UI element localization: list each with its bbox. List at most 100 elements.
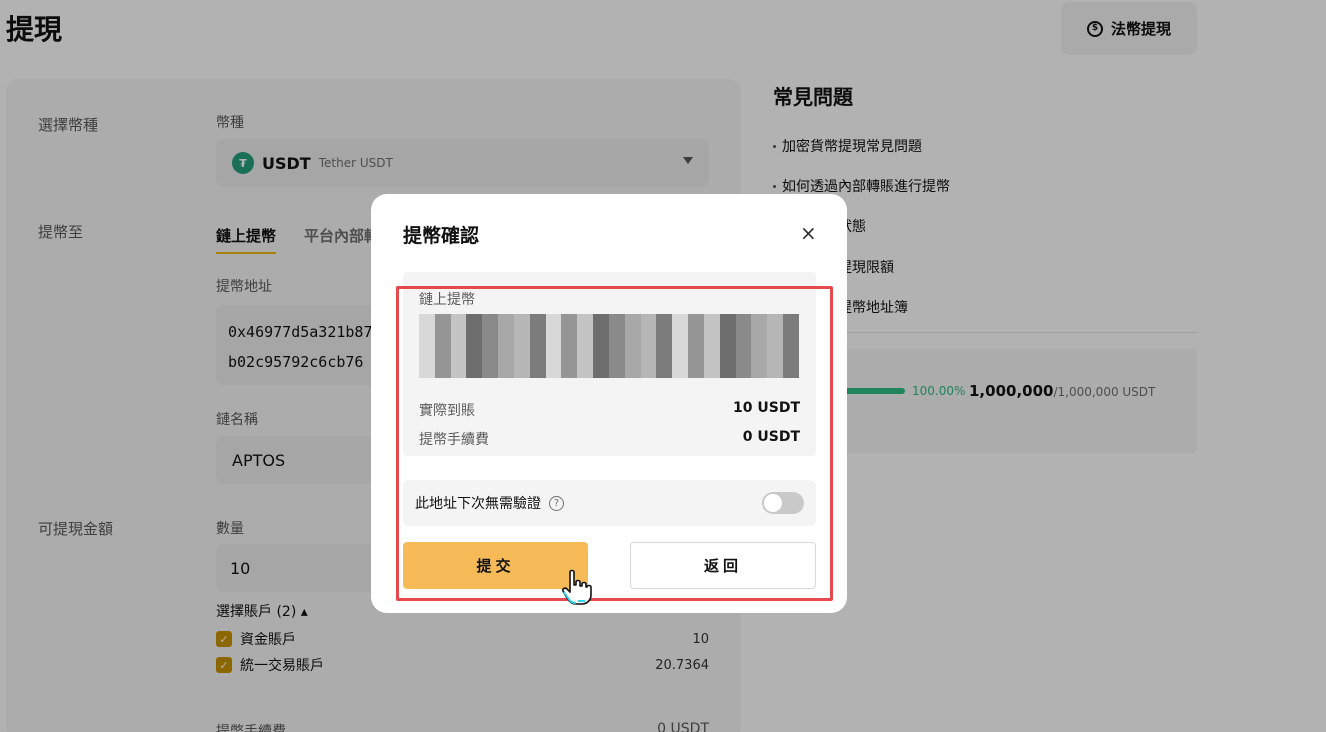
mosaic-cell: [419, 362, 435, 378]
skip-verification-row: 此地址下次無需驗證 ?: [403, 480, 816, 526]
toggle-knob: [764, 494, 782, 512]
mosaic-cell: [482, 346, 499, 362]
mosaic-cell: [767, 362, 784, 378]
mosaic-cell: [513, 346, 530, 362]
mosaic-cell: [561, 346, 578, 362]
mosaic-cell: [624, 330, 641, 346]
mosaic-cell: [529, 330, 546, 346]
mosaic-cell: [593, 330, 609, 346]
mosaic-cell: [783, 346, 799, 362]
mosaic-cell: [466, 346, 483, 362]
mosaic-cell: [735, 330, 752, 346]
mosaic-cell: [545, 330, 562, 346]
mosaic-cell: [498, 314, 514, 330]
mosaic-cell: [419, 314, 435, 330]
received-value: 10 USDT: [733, 400, 800, 416]
hand-pointer-icon: [562, 569, 592, 605]
mosaic-cell: [688, 362, 704, 378]
mosaic-cell: [719, 330, 736, 346]
mosaic-cell: [656, 330, 673, 346]
mosaic-cell: [529, 314, 546, 330]
mosaic-cell: [545, 346, 562, 362]
mosaic-cell: [513, 314, 530, 330]
mosaic-cell: [545, 362, 562, 378]
mosaic-cell: [656, 362, 673, 378]
mosaic-cell: [656, 346, 673, 362]
mosaic-cell: [735, 346, 752, 362]
mosaic-cell: [482, 330, 499, 346]
mosaic-cell: [783, 330, 799, 346]
mosaic-cell: [466, 362, 483, 378]
mosaic-cell: [434, 330, 451, 346]
mosaic-cell: [688, 314, 704, 330]
redacted-address-mosaic: [419, 314, 799, 378]
fee-summary-row: 提幣手續費 0 USDT: [419, 429, 800, 449]
mosaic-cell: [608, 362, 625, 378]
dialog-title: 提幣確認: [403, 225, 480, 247]
close-icon[interactable]: ×: [800, 221, 817, 245]
mosaic-cell: [529, 362, 546, 378]
mosaic-cell: [450, 314, 467, 330]
mosaic-cell: [640, 314, 657, 330]
mosaic-cell: [672, 330, 689, 346]
mosaic-cell: [672, 314, 689, 330]
mosaic-cell: [703, 330, 720, 346]
mosaic-cell: [608, 330, 625, 346]
skip-verification-toggle[interactable]: [762, 492, 804, 514]
mosaic-cell: [640, 330, 657, 346]
mosaic-cell: [419, 346, 435, 362]
mosaic-cell: [577, 330, 594, 346]
mosaic-cell: [466, 314, 483, 330]
mosaic-cell: [434, 314, 451, 330]
mosaic-cell: [783, 362, 799, 378]
skip-verification-label: 此地址下次無需驗證: [415, 496, 541, 512]
mosaic-cell: [672, 346, 689, 362]
mosaic-cell: [751, 314, 768, 330]
withdraw-confirm-dialog: 提幣確認 × 鏈上提幣 實際到賬 10 USDT 提幣手續費 0 USDT 此地…: [371, 194, 847, 613]
mosaic-cell: [577, 346, 594, 362]
mosaic-cell: [672, 362, 689, 378]
help-icon[interactable]: ?: [549, 495, 564, 511]
fee-summary-value: 0 USDT: [742, 429, 800, 445]
received-label: 實際到賬: [419, 403, 475, 419]
fee-summary-label: 提幣手續費: [419, 432, 489, 448]
mosaic-cell: [703, 314, 720, 330]
mosaic-cell: [703, 346, 720, 362]
mosaic-cell: [735, 362, 752, 378]
mosaic-cell: [593, 346, 609, 362]
mosaic-cell: [450, 346, 467, 362]
withdraw-summary: 鏈上提幣 實際到賬 10 USDT 提幣手續費 0 USDT: [403, 272, 816, 456]
mosaic-cell: [751, 330, 768, 346]
mosaic-cell: [608, 346, 625, 362]
mosaic-cell: [640, 362, 657, 378]
mosaic-cell: [529, 346, 546, 362]
mosaic-cell: [466, 330, 483, 346]
mosaic-cell: [719, 346, 736, 362]
mosaic-cell: [719, 314, 736, 330]
mosaic-cell: [593, 314, 609, 330]
received-row: 實際到賬 10 USDT: [419, 400, 800, 420]
mosaic-cell: [577, 314, 594, 330]
mosaic-cell: [513, 362, 530, 378]
mosaic-cell: [656, 314, 673, 330]
mosaic-cell: [498, 346, 514, 362]
mosaic-cell: [751, 346, 768, 362]
mosaic-cell: [498, 362, 514, 378]
mosaic-cell: [561, 314, 578, 330]
back-button[interactable]: 返回: [630, 542, 816, 589]
mosaic-cell: [450, 330, 467, 346]
mosaic-cell: [608, 314, 625, 330]
mosaic-cell: [751, 362, 768, 378]
mosaic-cell: [640, 346, 657, 362]
mosaic-cell: [767, 330, 784, 346]
mosaic-cell: [624, 314, 641, 330]
mosaic-cell: [735, 314, 752, 330]
mosaic-cell: [482, 314, 499, 330]
mosaic-cell: [767, 346, 784, 362]
mosaic-cell: [545, 314, 562, 330]
mosaic-cell: [688, 346, 704, 362]
withdraw-method: 鏈上提幣: [419, 292, 475, 308]
mosaic-cell: [783, 314, 799, 330]
mosaic-cell: [688, 330, 704, 346]
mosaic-cell: [767, 314, 784, 330]
